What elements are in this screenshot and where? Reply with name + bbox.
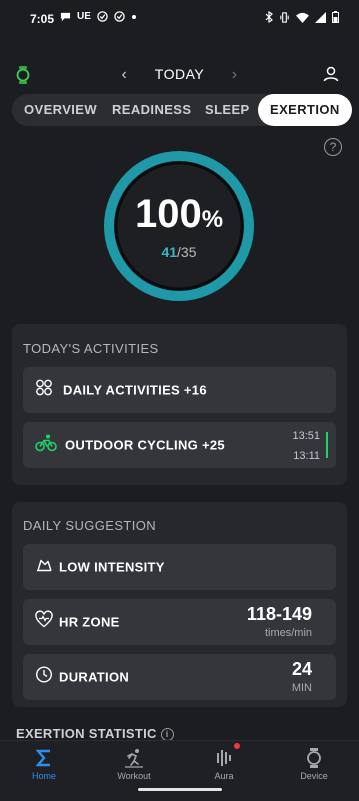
check-circle-icon [97,11,108,22]
check-circle-icon-2 [114,11,125,22]
tab-bar: OVERVIEW READINESS SLEEP EXERTION [12,94,352,126]
duration-value: 24 [291,659,312,679]
chat-icon [60,12,71,22]
tab-readiness[interactable]: READINESS [112,94,191,126]
gauge-target: /35 [177,244,197,260]
suggestion-card: DAILY SUGGESTION LOW INTENSITY HR ZONE 1… [12,502,347,707]
apps-icon [35,379,53,402]
gauge-current: 41 [161,244,178,260]
activities-card: TODAY'S ACTIVITIES DAILY ACTIVITIES +16 … [12,324,347,485]
nav-aura[interactable]: Aura [194,743,254,781]
aura-notification-dot [234,743,240,749]
outdoor-cycling-label: OUTDOOR CYCLING +25 [65,437,225,453]
daily-activities-row[interactable]: DAILY ACTIVITIES +16 [23,367,336,413]
status-time: 7:05 [30,12,55,26]
cycling-end-time: 13:11 [293,450,320,462]
nav-home[interactable]: Home [14,745,74,781]
daily-activities-label: DAILY ACTIVITIES +16 [63,382,207,398]
profile-icon[interactable] [323,66,339,87]
watch-icon [284,745,344,771]
gauge-ratio: 41/35 [103,244,255,260]
cycling-timeline-bar [326,432,328,458]
tab-sleep[interactable]: SLEEP [205,94,250,126]
cycling-start-time: 13:51 [292,430,320,442]
date-navigator: ‹ TODAY › [0,66,359,84]
sigma-icon [14,745,74,771]
bluetooth-icon [265,11,273,23]
tab-exertion[interactable]: EXERTION [258,94,352,126]
exertion-statistic-heading: EXERTION STATISTIC i [16,726,174,742]
duration-unit: MIN [291,682,312,694]
exertion-gauge: 100% 41/35 [103,150,255,302]
nav-home-label: Home [31,771,56,781]
top-nav: ‹ TODAY › [0,60,359,90]
bottom-nav: Home Workout Aura Device [0,740,359,801]
intensity-row: LOW INTENSITY [23,544,336,590]
vibrate-icon [280,11,289,23]
hr-zone-value: 118-149 [246,604,312,624]
duration-label: DURATION [59,669,130,685]
nav-device-label: Device [300,771,328,781]
hr-zone-unit: times/min [264,627,312,639]
gauge-percent-value: 100 [134,192,202,236]
signal-icon [315,11,326,23]
suggestion-title: DAILY SUGGESTION [23,518,157,533]
intensity-icon [35,556,53,579]
aura-icon [194,743,254,771]
activities-title: TODAY'S ACTIVITIES [23,341,159,356]
tab-overview[interactable]: OVERVIEW [24,94,97,126]
exertion-statistic-title: EXERTION STATISTIC [16,726,157,741]
notification-icons: UE [60,11,137,22]
hr-zone-row: HR ZONE 118-149 times/min [23,599,336,645]
home-indicator[interactable] [138,788,222,791]
status-bar: 7:05 UE [0,0,359,38]
nav-workout[interactable]: Workout [104,745,164,781]
cycling-icon [35,434,57,457]
wifi-icon [296,12,309,23]
heart-icon [35,610,53,634]
gauge-percent-unit: % [201,206,224,233]
nav-workout-label: Workout [117,771,151,781]
battery-icon [332,11,339,23]
running-icon [104,745,164,771]
next-day-button[interactable]: › [227,66,243,84]
dot-icon [131,14,136,19]
clock-icon [35,666,53,689]
gauge-percent: 100% [103,192,255,237]
system-icons [265,11,339,23]
outdoor-cycling-row[interactable]: OUTDOOR CYCLING +25 13:51 13:11 [23,422,336,468]
intensity-label: LOW INTENSITY [59,559,165,575]
prev-day-button[interactable]: ‹ [116,66,132,84]
duration-row: DURATION 24 MIN [23,654,336,700]
nav-device[interactable]: Device [284,745,344,781]
hr-zone-label: HR ZONE [59,614,120,630]
date-label: TODAY [154,66,205,82]
carrier-label: UE [77,11,91,22]
nav-aura-label: Aura [214,771,234,781]
help-icon[interactable]: ? [324,138,342,156]
